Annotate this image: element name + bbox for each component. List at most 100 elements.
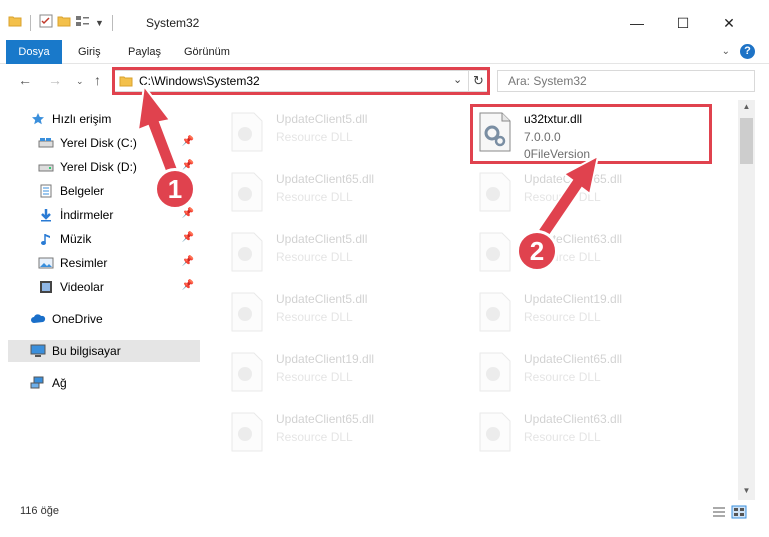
file-type: Resource DLL <box>276 250 353 264</box>
folder-icon <box>8 14 22 31</box>
file-type: Resource DLL <box>276 430 353 444</box>
documents-icon <box>38 183 54 199</box>
cloud-icon <box>30 311 46 327</box>
scroll-down-icon[interactable]: ▼ <box>738 486 755 495</box>
file-type: Resource DLL <box>276 190 353 204</box>
tab-view[interactable]: Görünüm <box>172 40 242 64</box>
drive-icon <box>38 135 54 151</box>
vertical-scrollbar[interactable]: ▲ ▼ <box>738 100 755 500</box>
annotation-step-1: 1 <box>154 168 196 210</box>
file-type: Resource DLL <box>276 310 353 324</box>
dll-file-icon <box>479 352 511 392</box>
file-item[interactable]: UpdateClient65.dll Resource DLL <box>216 164 446 220</box>
music-icon <box>38 231 54 247</box>
dll-file-icon <box>479 292 511 332</box>
file-item[interactable]: UpdateClient65.dll Resource DLL <box>464 344 694 400</box>
file-item[interactable]: UpdateClient65.dll Resource DLL <box>216 404 446 460</box>
file-name: UpdateClient19.dll <box>276 352 375 366</box>
sidebar-item-label: Belgeler <box>60 184 105 198</box>
scroll-up-icon[interactable]: ▲ <box>738 102 755 111</box>
sidebar-item-label: Yerel Disk (C:) <box>60 136 137 150</box>
sidebar-item-music[interactable]: Müzik 📌 <box>38 228 200 250</box>
recent-locations-icon[interactable]: ⌄ <box>76 76 84 87</box>
file-type: Resource DLL <box>524 430 601 444</box>
quick-access-toolbar: ▼ <box>8 14 117 31</box>
file-item[interactable]: UpdateClient5.dll Resource DLL <box>216 284 446 340</box>
view-options-icon[interactable] <box>75 14 91 31</box>
scrollbar-thumb[interactable] <box>740 118 753 164</box>
sidebar-item-network[interactable]: Ağ <box>30 372 200 394</box>
maximize-button[interactable]: ☐ <box>660 8 706 38</box>
help-icon[interactable]: ? <box>740 44 755 59</box>
file-item[interactable]: UpdateClient19.dll Resource DLL <box>464 284 694 340</box>
file-item[interactable]: UpdateClient5.dll Resource DLL <box>216 104 446 160</box>
dll-file-icon <box>231 112 263 152</box>
file-type: Resource DLL <box>276 130 353 144</box>
title-bar: ▼ System32 — ☐ ✕ <box>0 0 769 40</box>
dll-file-icon <box>231 352 263 392</box>
sidebar-item-label: Müzik <box>60 232 92 246</box>
dll-file-icon <box>231 232 263 272</box>
pin-icon: 📌 <box>181 280 194 291</box>
pictures-icon <box>38 255 54 271</box>
customize-qat-icon[interactable]: ▼ <box>95 18 104 28</box>
sidebar-item-label: Hızlı erişim <box>52 112 112 126</box>
file-name: UpdateClient19.dll <box>524 292 623 306</box>
file-name: UpdateClient5.dll <box>276 112 368 126</box>
search-box[interactable] <box>497 70 755 92</box>
sidebar-item-onedrive[interactable]: OneDrive <box>30 308 200 330</box>
file-item[interactable]: UpdateClient19.dll Resource DLL <box>216 344 446 400</box>
file-name: UpdateClient65.dll <box>524 352 623 366</box>
dll-file-icon <box>479 412 511 452</box>
file-type: Resource DLL <box>276 370 353 384</box>
new-folder-icon[interactable] <box>57 14 71 31</box>
details-view-icon[interactable] <box>711 505 727 522</box>
sidebar-item-this-pc[interactable]: Bu bilgisayar <box>8 340 200 362</box>
forward-arrow-icon[interactable]: → <box>48 72 62 88</box>
network-icon <box>30 375 46 391</box>
dll-file-icon <box>231 292 263 332</box>
file-name: UpdateClient65.dll <box>276 172 375 186</box>
file-type: Resource DLL <box>524 370 601 384</box>
expand-ribbon-icon[interactable]: ⌄ <box>722 46 730 57</box>
file-name: UpdateClient5.dll <box>276 232 368 246</box>
search-input[interactable] <box>498 71 754 91</box>
minimize-button[interactable]: — <box>614 8 660 38</box>
up-arrow-icon[interactable]: ↑ <box>94 72 101 88</box>
file-type: Resource DLL <box>524 310 601 324</box>
star-icon <box>30 111 46 127</box>
back-arrow-icon[interactable]: ← <box>18 72 32 88</box>
tab-share[interactable]: Paylaş <box>116 40 173 64</box>
sidebar-item-videos[interactable]: Videolar 📌 <box>38 276 200 298</box>
properties-icon[interactable] <box>39 14 53 31</box>
file-item[interactable]: UpdateClient5.dll Resource DLL <box>216 224 446 280</box>
ribbon: Dosya Giriş Paylaş Görünüm ⌄ ? <box>0 40 769 96</box>
video-icon <box>38 279 54 295</box>
close-button[interactable]: ✕ <box>706 8 752 38</box>
item-count: 116 öğe <box>20 505 59 517</box>
file-name: UpdateClient5.dll <box>276 292 368 306</box>
sidebar-item-label: İndirmeler <box>60 208 114 222</box>
annotation-step-2: 2 <box>516 230 558 272</box>
computer-icon <box>30 343 46 359</box>
sidebar-item-label: OneDrive <box>52 312 103 326</box>
dll-file-icon <box>231 412 263 452</box>
sidebar-item-label: Videolar <box>60 280 104 294</box>
download-icon <box>38 207 54 223</box>
file-name: UpdateClient65.dll <box>276 412 375 426</box>
sidebar-item-pictures[interactable]: Resimler 📌 <box>38 252 200 274</box>
sidebar-item-label: Resimler <box>60 256 108 270</box>
dll-file-icon <box>231 172 263 212</box>
drive-icon <box>38 159 54 175</box>
tab-home[interactable]: Giriş <box>66 40 113 64</box>
sidebar-item-label: Ağ <box>52 376 67 390</box>
window-title: System32 <box>146 16 200 30</box>
file-item[interactable]: UpdateClient63.dll Resource DLL <box>464 404 694 460</box>
sidebar-item-label: Bu bilgisayar <box>52 344 121 358</box>
pin-icon: 📌 <box>181 256 194 267</box>
sidebar-item-label: Yerel Disk (D:) <box>60 160 137 174</box>
pin-icon: 📌 <box>181 232 194 243</box>
status-bar: 116 öğe <box>0 500 769 537</box>
dll-file-icon <box>479 232 511 272</box>
large-icons-view-icon[interactable] <box>731 505 747 522</box>
